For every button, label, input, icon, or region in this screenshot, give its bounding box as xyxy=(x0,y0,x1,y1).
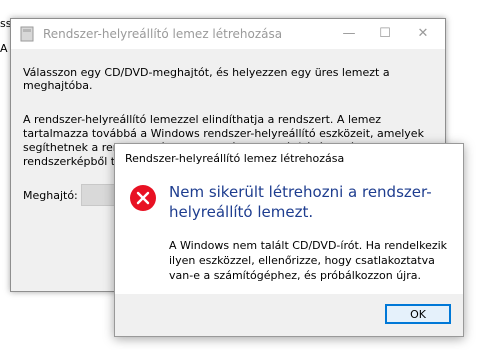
drive-label: Meghajtó: xyxy=(23,189,78,202)
error-dialog-title: Rendszer-helyreállító lemez létrehozása xyxy=(125,152,345,165)
minimize-button[interactable]: — xyxy=(331,19,367,49)
wizard-titlebar[interactable]: Rendszer-helyreállító lemez létrehozása … xyxy=(11,19,445,49)
error-content: A Windows nem talált CD/DVD-írót. Ha ren… xyxy=(169,239,448,282)
error-icon xyxy=(130,185,156,211)
error-dialog-titlebar[interactable]: Rendszer-helyreállító lemez létrehozása xyxy=(115,144,463,172)
error-dialog-footer: OK xyxy=(115,294,463,336)
error-main-instruction: Nem sikerült létrehozni a rendszer-helyr… xyxy=(169,183,432,221)
error-dialog: Rendszer-helyreállító lemez létrehozása … xyxy=(114,143,464,337)
wizard-instruction: Válasszon egy CD/DVD-meghajtót, és helye… xyxy=(23,66,390,92)
wizard-title: Rendszer-helyreállító lemez létrehozása xyxy=(43,27,283,41)
disc-app-icon xyxy=(20,26,34,42)
maximize-button[interactable]: ☐ xyxy=(367,19,403,49)
ok-button[interactable]: OK xyxy=(385,304,451,324)
close-button[interactable]: ✕ xyxy=(405,19,441,49)
background-window-partial-text: A xyxy=(0,42,8,55)
